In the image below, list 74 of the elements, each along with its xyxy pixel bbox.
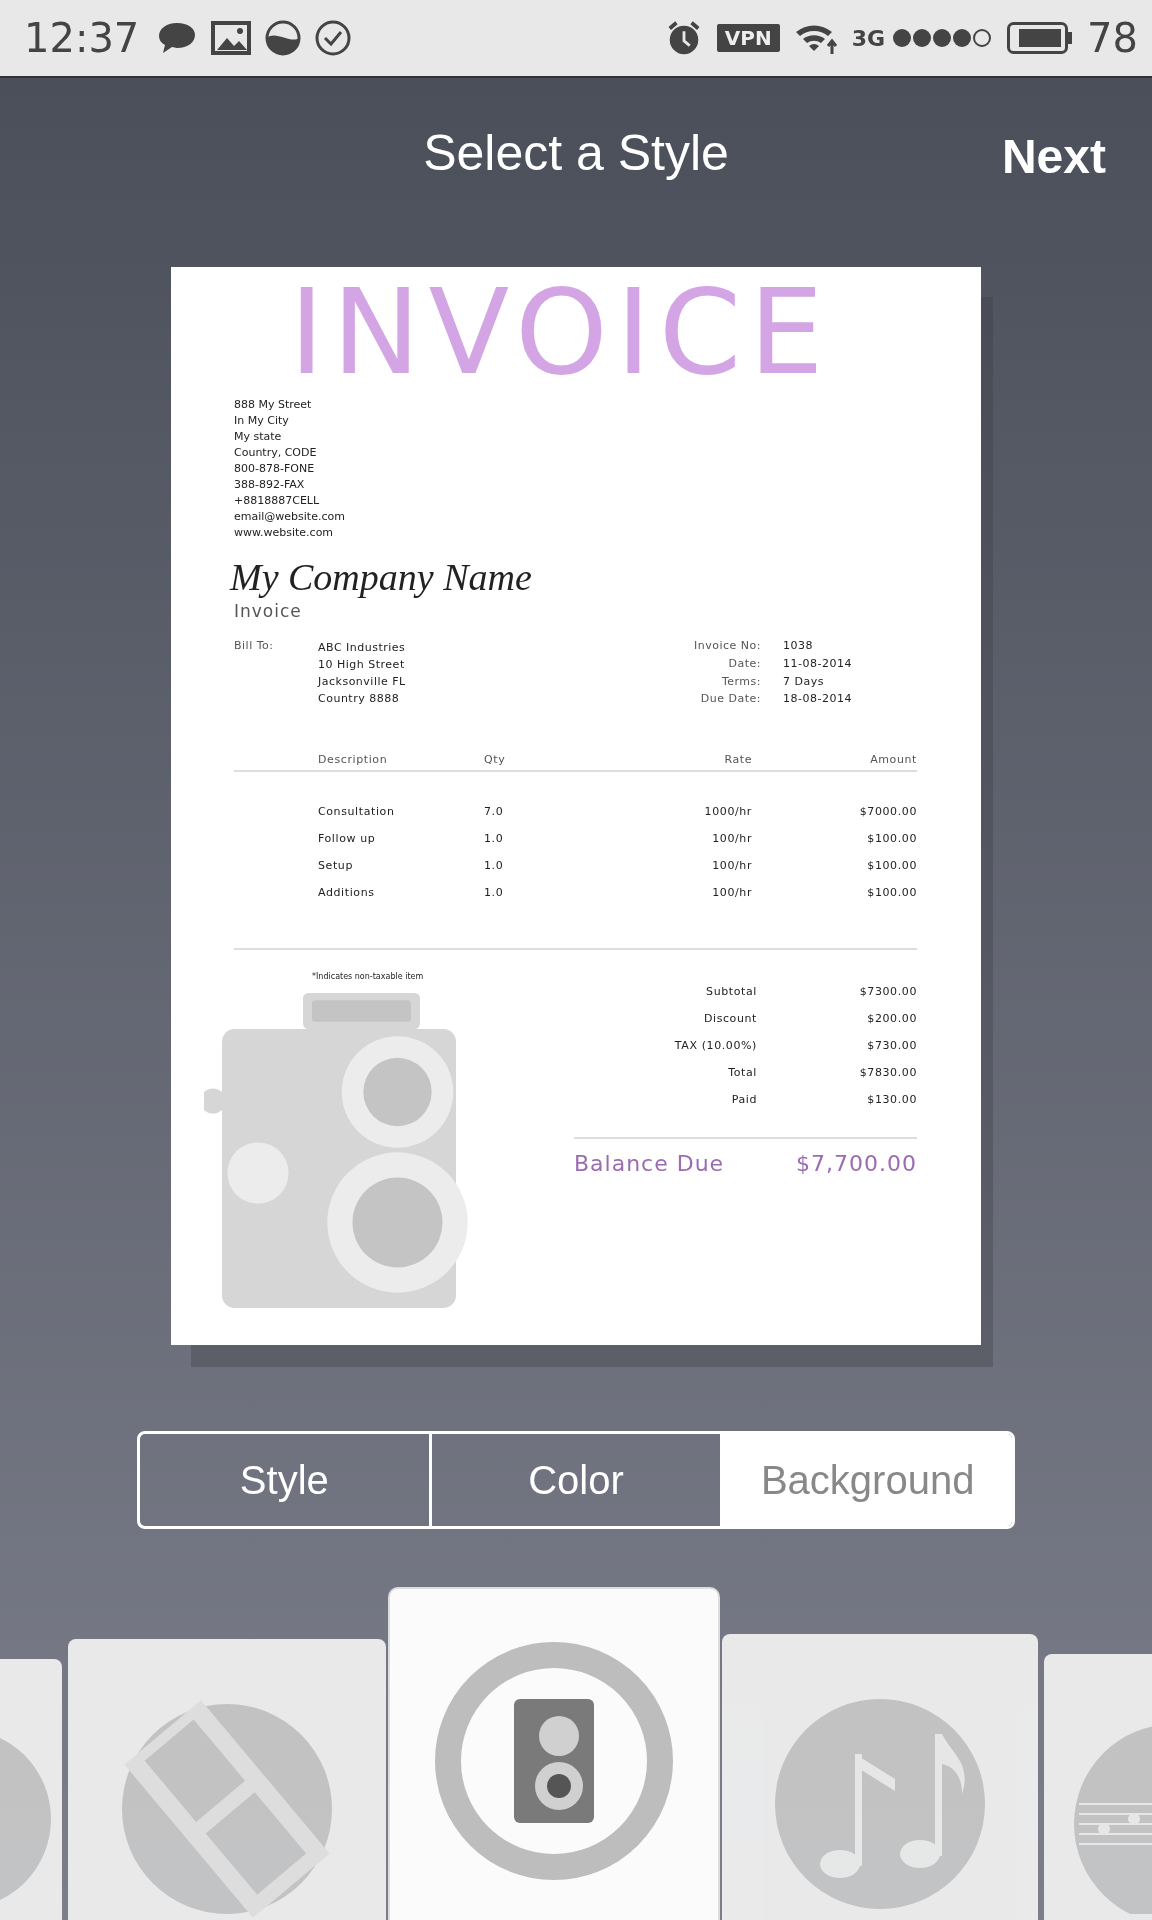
table-cell-text: 7.0 [484,805,505,818]
sender-address-line: www.website.com [234,525,335,541]
balance-due-label: Balance Due [574,1151,725,1176]
image-icon [211,20,252,56]
network-type: 3G [851,25,886,51]
signal-strength-icon [891,27,994,49]
table-cell-text: Consultation [317,805,396,818]
table-cell-text: 100/hr [711,832,752,845]
invoice-heading: INVOICE [289,273,833,391]
table-cell-text: 1000/hr [703,805,752,818]
meta-value: 11-08-2014 [783,656,853,672]
total-value: $730.00 [866,1039,917,1052]
table-cell-text: 100/hr [711,859,752,872]
total-label: Discount [702,1012,758,1025]
sender-address-line: 888 My Street [234,397,313,413]
camera-icon [434,1641,674,1881]
next-button[interactable]: Next [997,123,1110,190]
column-header: Qty [484,753,507,766]
meta-label: Date: [727,656,761,672]
table-cell-text: 1.0 [484,859,505,872]
table-cell-text: $7000.00 [858,805,917,818]
background-thumbnail[interactable] [390,1589,718,1920]
table-cell-text: $100.00 [866,832,917,845]
total-value: $7830.00 [858,1066,917,1079]
table-cell-text: 1.0 [484,832,505,845]
battery-icon [1007,22,1074,54]
meta-label: Invoice No: [694,639,761,654]
bill-to-line: Jacksonville FL [318,674,407,690]
meta-label: Due Date: [699,692,761,707]
table-cell-text: $100.00 [866,886,917,899]
footnote: *Indicates non-taxable item [311,972,425,981]
meta-value: 1038 [783,639,814,654]
meta-value: 18-08-2014 [783,692,853,707]
table-cell-text: Follow up [317,832,377,845]
total-value: $200.00 [866,1012,917,1025]
bill-to-line: ABC Industries [318,640,407,656]
document-subtitle: Invoice [234,601,303,621]
column-header: Rate [723,753,752,766]
vpn-badge: VPN [716,24,780,52]
total-label: TAX (10.00%) [673,1039,758,1052]
sender-address-line: In My City [234,413,290,429]
table-cell-text: $100.00 [866,859,917,872]
table-cell-text: 100/hr [711,886,752,899]
table-cell-text: Additions [317,886,376,899]
column-header: Amount [869,753,917,766]
total-value: $7300.00 [858,985,917,998]
option-tab[interactable]: Background [720,1434,1012,1526]
balance-due-amount: $7,700.00 [796,1151,917,1176]
sender-address-line: 388-892-FAX [234,477,306,493]
meta-value: 7 Days [783,674,825,690]
screen-title: Select a Style [423,123,729,182]
company-name: My Company Name [230,555,533,599]
clock-time: 12:37 [24,15,140,61]
total-label: Paid [730,1093,758,1106]
sender-address-line: Country, CODE [234,445,318,461]
total-value: $130.00 [866,1093,917,1106]
bill-to-line: 10 High Street [318,657,406,673]
sender-address-line: 800-878-FONE [234,461,316,477]
check-circle-icon [315,20,352,56]
chat-icon [157,20,198,56]
meta-label: Terms: [720,674,761,690]
sender-address-line: My state [234,429,283,445]
sender-address-line: email@website.com [234,509,346,525]
option-tab[interactable]: Style [140,1434,429,1526]
total-label: Total [727,1066,758,1079]
table-cell-text: Setup [317,859,355,872]
table-cell-text: 1.0 [484,886,505,899]
column-header: Description [317,753,389,766]
bill-to-label: Bill To: [234,639,275,654]
total-label: Subtotal [705,985,758,998]
sender-address-line: +8818887CELL [234,493,321,509]
half-circle-icon [265,20,302,56]
battery-level: 78 [1087,15,1138,61]
bill-to-line: Country 8888 [318,691,401,707]
